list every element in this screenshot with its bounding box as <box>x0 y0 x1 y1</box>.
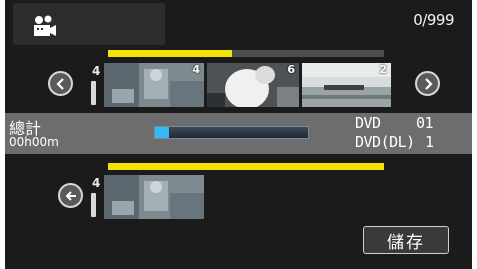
thumbnail-number: 6 <box>287 63 295 76</box>
scene-timeline-track <box>108 50 384 57</box>
disc-type-dvd-dl: DVD(DL) <box>355 133 415 151</box>
scene-divider <box>91 193 96 217</box>
disc-count-dvd-dl: 1 <box>425 133 434 151</box>
scene-divider <box>91 81 96 105</box>
thumbnail-image <box>302 63 391 107</box>
selected-scene-thumbnail[interactable] <box>104 175 204 219</box>
capacity-progress-fill <box>155 127 169 138</box>
disc-type-dvd: DVD <box>355 114 381 132</box>
next-button[interactable] <box>415 71 440 96</box>
back-button[interactable] <box>58 183 83 208</box>
save-button[interactable]: 儲存 <box>363 226 449 254</box>
back-arrow-icon <box>65 190 76 201</box>
scene-thumbnail[interactable]: 6 <box>207 63 299 107</box>
thumbnail-image <box>104 175 204 219</box>
capacity-progress-bar <box>154 126 309 139</box>
total-time: 00h00m <box>9 135 59 149</box>
previous-button[interactable] <box>48 71 73 96</box>
scene-counter: 0/999 <box>413 11 454 29</box>
selected-timeline-track <box>108 163 384 170</box>
scene-timeline-fill <box>108 50 233 57</box>
chevron-left-icon <box>55 77 64 90</box>
thumbnail-number: 4 <box>192 63 200 76</box>
chevron-right-icon <box>424 77 433 90</box>
disc-count-dvd: 01 <box>416 114 434 132</box>
thumbnail-image <box>207 63 299 107</box>
scene-thumbnail[interactable]: 2 <box>302 63 391 107</box>
dvd-creation-screen: 0/999 4 4 6 2 總計 00h00m DVD 01 DVD(DL) 1… <box>5 0 472 269</box>
thumbnail-number: 2 <box>379 63 387 76</box>
scene-marker-left: 4 <box>92 64 101 78</box>
disc-info-bar: 總計 00h00m DVD 01 DVD(DL) 1 <box>5 113 472 154</box>
mode-tab[interactable] <box>13 3 165 45</box>
video-camera-icon <box>34 15 56 36</box>
scene-thumbnail[interactable]: 4 <box>104 63 204 107</box>
selected-scene-marker: 4 <box>92 176 101 190</box>
thumbnail-image <box>104 63 204 107</box>
